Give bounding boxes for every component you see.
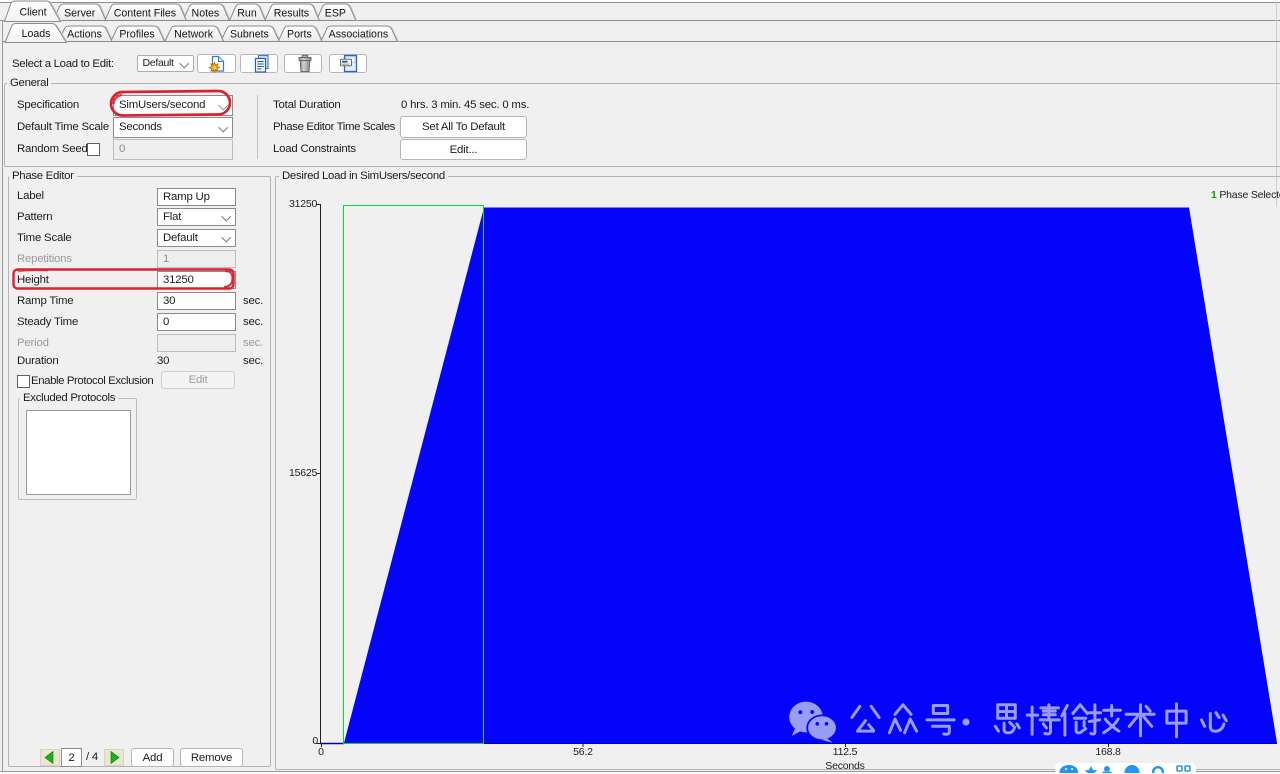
svg-text:Content Files: Content Files: [114, 8, 176, 20]
svg-text:Subnets: Subnets: [230, 29, 269, 41]
svg-text:Client: Client: [19, 7, 46, 19]
svg-text:Network: Network: [174, 29, 214, 41]
svg-text:Profiles: Profiles: [119, 29, 154, 41]
svg-text:Results: Results: [274, 8, 309, 20]
svg-text:Associations: Associations: [329, 29, 388, 41]
svg-text:ESP: ESP: [325, 8, 346, 20]
svg-text:Ports: Ports: [287, 29, 312, 41]
svg-text:Actions: Actions: [67, 29, 102, 41]
svg-text:Server: Server: [64, 8, 96, 20]
svg-text:Loads: Loads: [22, 28, 51, 40]
svg-text:Notes: Notes: [192, 8, 220, 20]
svg-text:Run: Run: [237, 8, 257, 20]
